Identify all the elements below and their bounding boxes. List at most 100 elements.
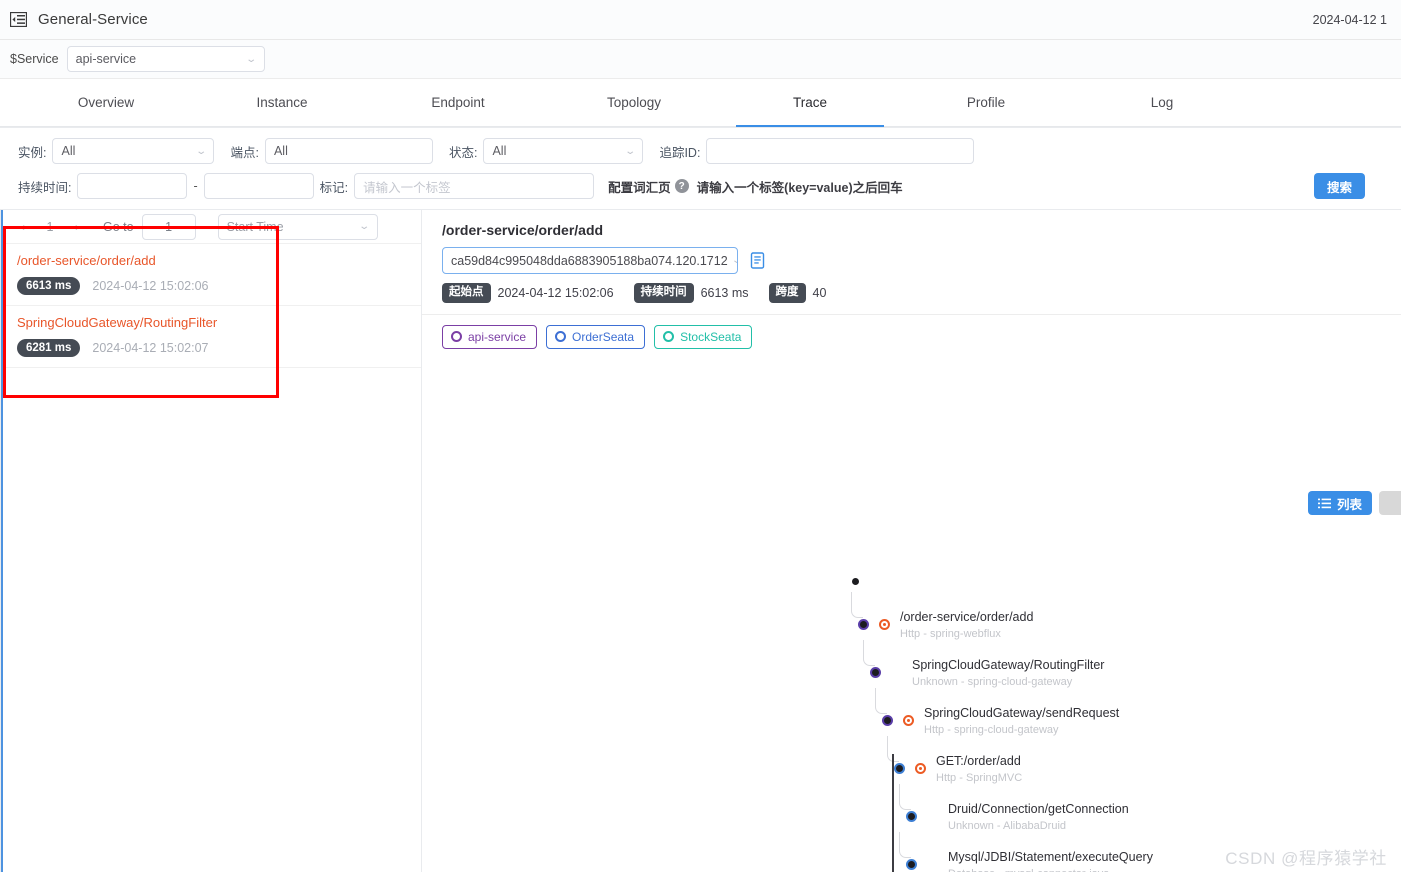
search-button[interactable]: 搜索 xyxy=(1313,173,1365,199)
span-row[interactable]: GET:/order/add Http - SpringMVC xyxy=(422,736,1401,802)
next-page-button[interactable]: › xyxy=(63,215,91,239)
secondary-view-button[interactable] xyxy=(1379,491,1401,515)
sidebar-collapse-icon[interactable] xyxy=(8,10,28,30)
page-title: General-Service xyxy=(38,11,148,28)
tag-input[interactable]: 请输入一个标签 xyxy=(354,173,595,199)
trace-list-item[interactable]: /order-service/order/add 6613 ms 2024-04-1… xyxy=(1,244,421,306)
status-label: 状态: xyxy=(448,145,478,160)
trace-item-duration: 6613 ms xyxy=(17,276,81,295)
chevron-down-icon: ⌄ xyxy=(725,255,737,266)
topbar-date: 2024-04-12 1 xyxy=(1312,12,1387,27)
filter-panel: 实例: All ⌄ 端点: All 状态: All ⌄ 追踪ID: 持续时间: … xyxy=(0,127,1401,210)
start-time-value: 2024-04-12 15:02:06 xyxy=(497,285,614,300)
copy-icon[interactable] xyxy=(750,252,766,269)
span-row[interactable]: Druid/Connection/getConnection Unknown - … xyxy=(422,784,1401,850)
tree-connector xyxy=(899,832,911,858)
span-component: SpringMVC xyxy=(965,772,1023,784)
tab-instance[interactable]: Instance xyxy=(194,79,370,126)
start-time-badge: 起始点 xyxy=(442,283,491,303)
tab-log[interactable]: Log xyxy=(1074,79,1250,126)
duration-from-input[interactable] xyxy=(77,173,188,199)
span-meta: Unknown - spring-cloud-gateway xyxy=(912,676,1073,688)
span-name: SpringCloudGateway/sendRequest xyxy=(924,706,1120,720)
span-node-dot xyxy=(858,619,869,630)
goto-page-input[interactable]: 1 xyxy=(141,213,196,240)
span-count-value: 40 xyxy=(812,285,827,300)
circle-icon xyxy=(555,331,567,343)
trace-item-name: SpringCloudGateway/RoutingFilter xyxy=(17,314,218,330)
goto-label: Go to xyxy=(103,219,134,234)
span-layer: Database xyxy=(948,868,995,872)
tab-topology[interactable]: Topology xyxy=(546,79,722,126)
span-component: spring-cloud-gateway xyxy=(967,676,1073,688)
chevron-down-icon: ⌄ xyxy=(358,221,371,232)
endpoint-input[interactable]: All xyxy=(264,138,433,164)
tab-overview[interactable]: Overview xyxy=(18,79,194,126)
span-row[interactable]: SpringCloudGateway/sendRequest Http - spr… xyxy=(422,688,1401,754)
span-node-dot xyxy=(906,859,917,870)
span-name: /order-service/order/add xyxy=(900,610,1034,624)
tab-label: Topology xyxy=(606,95,662,110)
main-content: ‹ 1 › Go to 1 Start Time ⌄ /order-servic… xyxy=(0,210,1401,872)
span-node-dot xyxy=(906,811,917,822)
circle-icon xyxy=(663,331,675,343)
trace-detail-panel: /order-service/order/add ca59d84c995048d… xyxy=(422,210,1401,872)
tab-endpoint[interactable]: Endpoint xyxy=(370,79,546,126)
trace-list-item[interactable]: SpringCloudGateway/RoutingFilter 6281 ms 2… xyxy=(1,305,421,368)
trace-id-select[interactable]: ca59d84c995048dda6883905188ba074.120.171… xyxy=(442,247,738,274)
status-value: All xyxy=(492,144,507,158)
help-icon[interactable]: ? xyxy=(674,179,689,193)
span-layer: Unknown xyxy=(948,820,994,832)
tree-connector xyxy=(851,592,863,618)
traceid-input[interactable] xyxy=(706,138,975,164)
tree-connector xyxy=(899,784,911,810)
span-error-icon xyxy=(879,619,890,630)
tab-label: Instance xyxy=(256,95,308,110)
tag-label: 标记: xyxy=(319,180,349,195)
service-legend: api-service OrderSeata StockSeata xyxy=(422,315,1401,349)
service-chip-api-service[interactable]: api-service xyxy=(442,324,538,349)
tab-trace[interactable]: Trace xyxy=(722,79,898,127)
duration-to-input[interactable] xyxy=(203,173,314,199)
root-node-dot xyxy=(852,578,859,585)
span-node-dot xyxy=(882,715,893,726)
status-select[interactable]: All ⌄ xyxy=(483,138,644,164)
span-error-icon xyxy=(903,715,914,726)
sort-select[interactable]: Start Time ⌄ xyxy=(217,213,378,240)
service-selector-bar: $Service api-service ⌄ xyxy=(0,40,1401,79)
list-view-button[interactable]: 列表 xyxy=(1307,491,1372,515)
detail-stats: 起始点 2024-04-12 15:02:06 持续时间 6613 ms 跨度 … xyxy=(442,283,1401,303)
span-row[interactable]: Mysql/JDBI/Statement/executeQuery Databas… xyxy=(422,832,1401,872)
chevron-down-icon: ⌄ xyxy=(245,53,258,65)
service-chip-stockseata[interactable]: StockSeata xyxy=(654,324,753,349)
span-row[interactable]: SpringCloudGateway/RoutingFilter Unknown … xyxy=(422,640,1401,706)
tab-label: Profile xyxy=(966,95,1006,110)
span-component: mysql-connector-java xyxy=(1005,868,1110,872)
span-node-dot xyxy=(870,667,881,678)
vocabulary-link[interactable]: 配置词汇页 ? xyxy=(608,177,689,196)
sort-value: Start Time xyxy=(226,219,284,234)
trace-item-name: /order-service/order/add xyxy=(17,253,156,268)
tree-connector xyxy=(863,640,875,666)
service-chip-orderseata[interactable]: OrderSeata xyxy=(546,324,646,349)
tag-placeholder: 请输入一个标签 xyxy=(363,180,451,195)
traceid-row: ca59d84c995048dda6883905188ba074.120.171… xyxy=(442,247,1401,274)
prev-page-button[interactable]: ‹ xyxy=(9,215,37,239)
tab-profile[interactable]: Profile xyxy=(898,79,1074,126)
span-node-dot xyxy=(894,763,905,774)
span-count-badge: 跨度 xyxy=(768,283,806,303)
filter-row-1: 实例: All ⌄ 端点: All 状态: All ⌄ 追踪ID: xyxy=(18,138,1389,164)
span-row[interactable]: /order-service/order/add Http - spring-we… xyxy=(422,592,1401,658)
span-name: SpringCloudGateway/RoutingFilter xyxy=(912,658,1105,672)
span-layer: Http xyxy=(924,724,945,736)
trace-item-duration: 6281 ms xyxy=(17,338,81,357)
page-number[interactable]: 1 xyxy=(37,215,63,239)
service-select[interactable]: api-service ⌄ xyxy=(66,46,265,72)
service-select-value: api-service xyxy=(75,52,137,66)
tree-connector xyxy=(875,688,887,714)
span-name: GET:/order/add xyxy=(936,754,1021,768)
instance-select[interactable]: All ⌄ xyxy=(52,138,215,164)
trace-list-panel: ‹ 1 › Go to 1 Start Time ⌄ /order-servic… xyxy=(0,210,422,872)
chevron-down-icon: ⌄ xyxy=(195,145,208,157)
span-component: AlibabaDruid xyxy=(1003,820,1067,832)
